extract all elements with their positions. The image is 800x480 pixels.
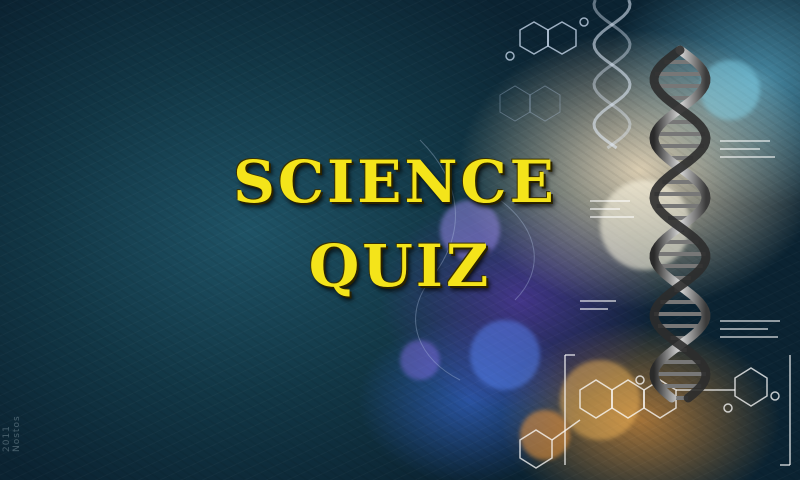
title-science: SCIENCE — [233, 148, 557, 216]
title-screen[interactable]: SCIENCE QUIZ 2011 Nostos — [0, 0, 800, 480]
title-quiz: QUIZ — [308, 232, 492, 300]
artist-credit: 2011 Nostos — [2, 415, 22, 452]
